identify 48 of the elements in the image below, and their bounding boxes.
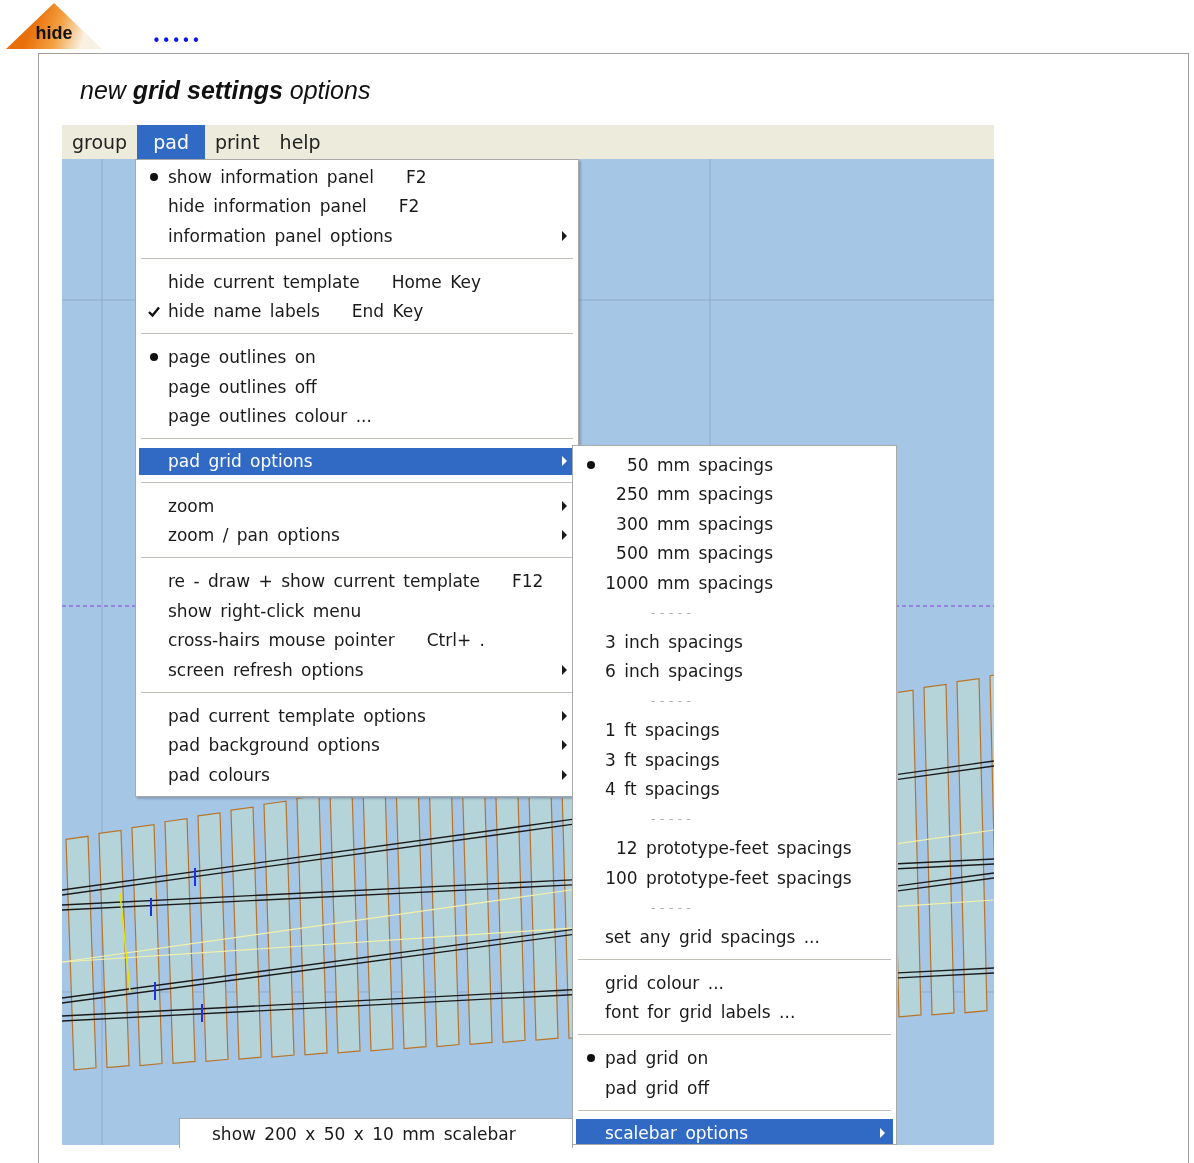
hide-button[interactable]: hide [6, 3, 102, 49]
menu-item[interactable]: information panel options [139, 221, 575, 251]
menu-item[interactable]: grid colour ... [576, 968, 893, 998]
menu-item[interactable]: show 200 x 50 x 10 mm scalebar [179, 1118, 573, 1148]
menu-item[interactable]: pad colours [139, 760, 575, 790]
menu-item[interactable]: 250 mm spacings [576, 479, 893, 509]
menu-item[interactable]: pad grid options [139, 447, 575, 475]
menu-item[interactable]: zoom [139, 491, 575, 521]
dashed-divider: - - - - - [651, 693, 691, 709]
menu-bar-item[interactable]: help [269, 125, 331, 159]
menu-bar-item[interactable]: pad [137, 125, 205, 159]
menu-item[interactable]: 500 mm spacings [576, 538, 893, 568]
dashed-divider: - - - - - [651, 899, 691, 915]
menu-item[interactable]: hide information panel F2 [139, 191, 575, 221]
menu-item[interactable]: 100 prototype-feet spacings [576, 863, 893, 893]
menu-item[interactable]: hide current template Home Key [139, 267, 575, 297]
menu-item[interactable]: page outlines colour ... [139, 401, 575, 431]
menu-item[interactable]: cross-hairs mouse pointer Ctrl+ . [139, 625, 575, 655]
menu-item[interactable]: show right-click menu [139, 596, 575, 626]
menu-item[interactable]: pad grid on [576, 1043, 893, 1073]
menu-item[interactable]: 1000 mm spacings [576, 568, 893, 598]
menu-item[interactable]: font for grid labels ... [576, 997, 893, 1027]
menu-item[interactable]: 6 inch spacings [576, 656, 893, 686]
menu-item[interactable]: pad current template options [139, 701, 575, 731]
menu-item[interactable]: page outlines off [139, 372, 575, 402]
menu-item[interactable]: set any grid spacings ... [576, 922, 893, 952]
dots-link[interactable]: ••••• [152, 33, 202, 49]
menu-item[interactable]: 300 mm spacings [576, 509, 893, 539]
menu-item[interactable]: 3 inch spacings [576, 627, 893, 657]
menu-item[interactable]: 3 ft spacings [576, 745, 893, 775]
menu-bar-item[interactable]: group [62, 125, 138, 159]
menu-item[interactable]: zoom / pan options [139, 520, 575, 550]
dashed-divider: - - - - - [651, 604, 691, 620]
heading: new grid settings options [80, 76, 372, 106]
menu-item[interactable]: scalebar options [576, 1119, 893, 1144]
menu-item[interactable]: screen refresh options [139, 655, 575, 685]
menu-bar-item[interactable]: print [204, 125, 270, 159]
menu-item[interactable]: 12 prototype-feet spacings [576, 833, 893, 863]
menu-item[interactable]: 50 mm spacings [576, 450, 893, 480]
menu-item[interactable]: re - draw + show current template F12 [139, 566, 575, 596]
menu-item[interactable]: page outlines on [139, 342, 575, 372]
dashed-divider: - - - - - [651, 811, 691, 827]
menu-item[interactable]: hide name labels End Key [139, 296, 575, 326]
menu-item[interactable]: pad grid off [576, 1073, 893, 1103]
menu-item[interactable]: 1 ft spacings [576, 715, 893, 745]
menu-item[interactable]: pad background options [139, 730, 575, 760]
menu-item[interactable]: 4 ft spacings [576, 774, 893, 804]
menu-item[interactable]: show information panel F2 [139, 162, 575, 192]
